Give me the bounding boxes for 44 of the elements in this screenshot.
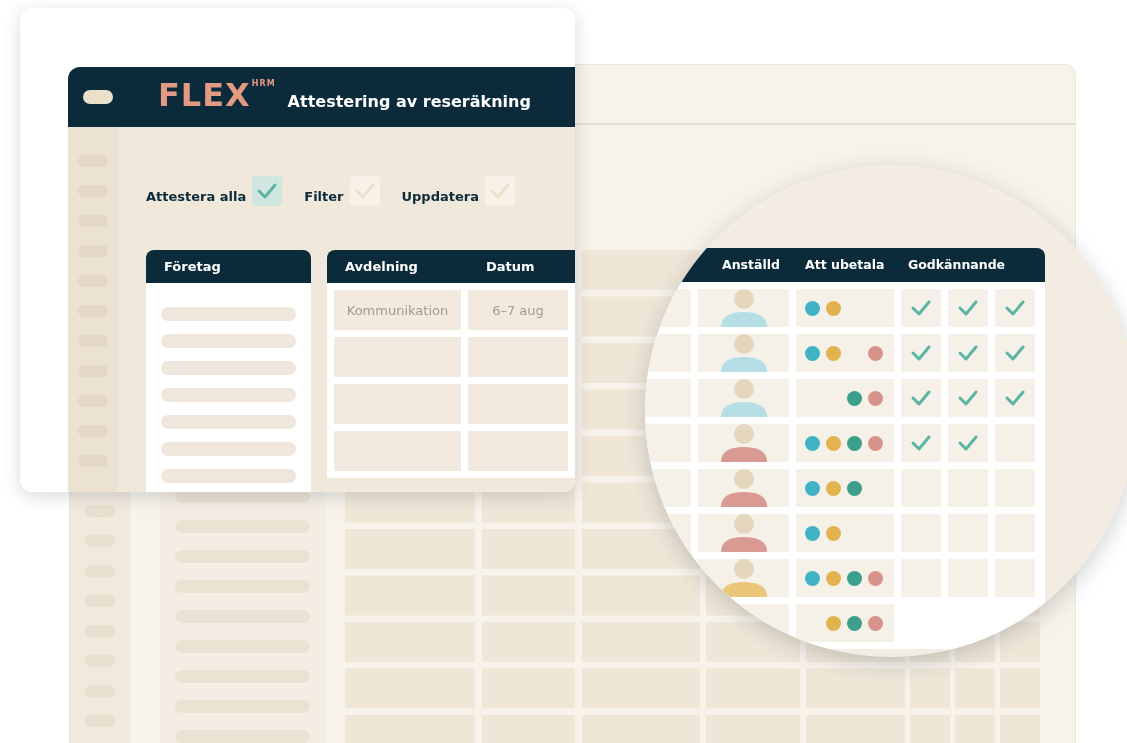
checkmark-icon: [353, 182, 376, 200]
checkmark-icon: [910, 344, 932, 362]
column-header: Avdelning: [345, 259, 418, 274]
table-cell: 6–7 aug: [468, 290, 568, 330]
checkbox[interactable]: [349, 176, 380, 206]
action-label: Filter: [304, 189, 344, 204]
approval-cell[interactable]: [995, 379, 1035, 417]
approval-cell[interactable]: [995, 289, 1035, 327]
approval-cell[interactable]: [901, 334, 941, 372]
table-cell: Kommunikation: [334, 290, 461, 330]
checkmark-icon: [957, 344, 979, 362]
checkmark-icon: [957, 434, 979, 452]
approval-cell[interactable]: [995, 334, 1035, 372]
action-label: Uppdatera: [401, 189, 479, 204]
menu-icon[interactable]: [83, 90, 113, 104]
approval-cell[interactable]: [901, 379, 941, 417]
column-header: Anställd: [722, 257, 780, 272]
approval-cell[interactable]: [901, 424, 941, 462]
skeleton-cell: [1000, 622, 1040, 662]
checkmark-icon: [957, 389, 979, 407]
checkmark-icon: [910, 434, 932, 452]
approval-cell[interactable]: [901, 289, 941, 327]
checkmark-icon: [957, 299, 979, 317]
approval-cell[interactable]: [948, 334, 988, 372]
checkmark-icon: [1004, 344, 1026, 362]
logo: FLEX$^{HRM}$: [158, 79, 276, 111]
approval-cell[interactable]: [948, 424, 988, 462]
column-header: Att ubetala: [805, 257, 885, 272]
approval-cell[interactable]: [948, 289, 988, 327]
checkbox[interactable]: [484, 176, 515, 206]
action-label: Attestera alla: [146, 189, 247, 204]
approval-cell[interactable]: [948, 379, 988, 417]
checkmark-icon: [910, 299, 932, 317]
checkmark-icon: [910, 389, 932, 407]
column-header: Godkännande: [908, 257, 1006, 272]
checkmark-icon: [488, 182, 511, 200]
checkmark-icon: [1004, 299, 1026, 317]
checkmark-icon: [256, 182, 279, 200]
column-header: Företag: [164, 259, 221, 274]
column-header: Datum: [485, 259, 535, 274]
page-title: Attestering av reseräkning: [287, 91, 531, 111]
checkmark-icon: [1004, 389, 1026, 407]
checkbox[interactable]: [252, 176, 283, 206]
skeleton-cell: [910, 668, 950, 709]
